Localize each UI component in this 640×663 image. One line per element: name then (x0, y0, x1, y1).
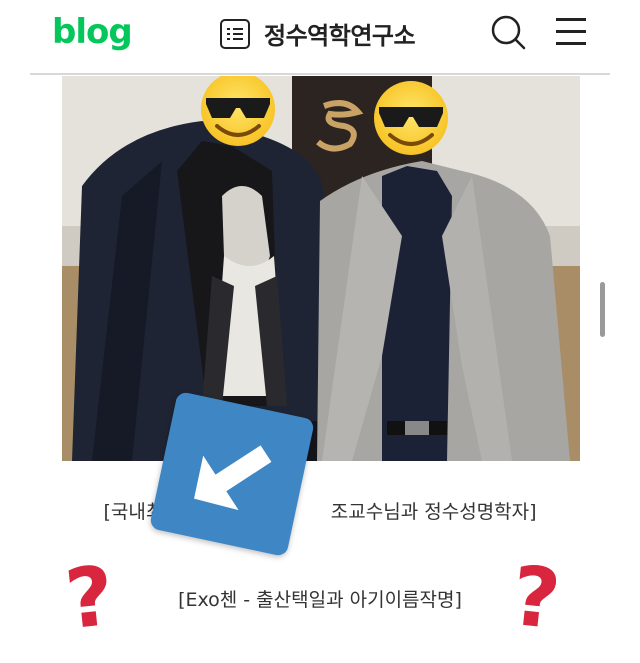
search-icon[interactable] (490, 14, 526, 50)
question-mark-right: ? (507, 548, 565, 649)
question-mark-left: ? (61, 548, 119, 649)
hamburger-menu-icon[interactable] (556, 16, 588, 48)
list-icon[interactable] (220, 18, 250, 49)
arrow-down-left-icon (148, 390, 316, 558)
header: blog 정수역학연구소 (0, 0, 640, 74)
scrollbar-thumb[interactable] (600, 282, 605, 337)
caption-right: 조교수님과 정수성명학자] (330, 501, 537, 523)
blog-logo[interactable]: blog (52, 12, 133, 52)
header-divider (30, 73, 610, 75)
photo-caption: [국내최고 조교수님과 정수성명학자] (0, 497, 640, 524)
blog-title[interactable]: 정수역학연구소 (264, 16, 416, 51)
post-photo (62, 76, 580, 461)
blog-title-group[interactable]: 정수역학연구소 (220, 16, 416, 51)
